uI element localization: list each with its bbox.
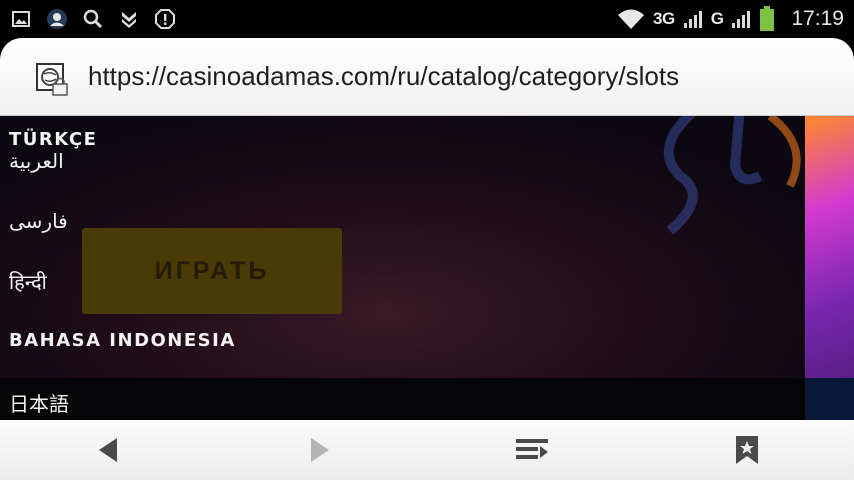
bookmark-icon[interactable] bbox=[727, 430, 767, 470]
slot-banner-edge bbox=[805, 116, 854, 378]
tabs-icon[interactable] bbox=[512, 430, 552, 470]
signal-icon bbox=[683, 11, 702, 28]
page-footer-edge bbox=[805, 378, 854, 420]
language-item-japanese[interactable]: 日本語 bbox=[9, 388, 69, 417]
network-3g: 3G bbox=[653, 9, 675, 29]
image-icon bbox=[10, 8, 32, 30]
web-page: ИГРАТЬ TÜRKÇE العربية فارسی हिन्दी BAHAS… bbox=[0, 116, 854, 420]
url-text[interactable]: https://casinoadamas.com/ru/catalog/cate… bbox=[88, 58, 679, 94]
system-status: 3G G 17:19 bbox=[617, 0, 844, 38]
notification-icons bbox=[10, 0, 176, 38]
language-item-turkish[interactable]: TÜRKÇE bbox=[9, 129, 97, 150]
language-menu: TÜRKÇE العربية فارسی हिन्दी BAHASA INDON… bbox=[0, 116, 805, 420]
wifi-icon bbox=[618, 9, 645, 29]
language-item-arabic[interactable]: العربية bbox=[9, 149, 64, 173]
search-icon bbox=[82, 8, 104, 30]
language-item-persian[interactable]: فارسی bbox=[9, 209, 68, 233]
network-g: G bbox=[711, 9, 724, 29]
signal-icon-2 bbox=[732, 11, 751, 28]
network-g-label: G bbox=[710, 9, 724, 28]
alert-icon bbox=[154, 8, 176, 30]
download-icon bbox=[118, 8, 140, 30]
back-icon[interactable] bbox=[88, 430, 128, 470]
browser-nav-bar bbox=[0, 420, 854, 480]
url-bar[interactable]: https://casinoadamas.com/ru/catalog/cate… bbox=[0, 38, 854, 116]
status-bar: 3G G 17:19 bbox=[0, 0, 854, 38]
language-item-indonesian[interactable]: BAHASA INDONESIA bbox=[9, 330, 236, 351]
language-item-hindi[interactable]: हिन्दी bbox=[9, 268, 47, 295]
site-security-icon[interactable] bbox=[36, 63, 68, 96]
battery-icon bbox=[760, 6, 775, 31]
avatar-icon bbox=[46, 8, 68, 30]
language-menu-highlight bbox=[0, 378, 805, 420]
forward-icon[interactable] bbox=[300, 430, 340, 470]
clock: 17:19 bbox=[791, 7, 844, 30]
network-3g-label: 3G bbox=[653, 9, 675, 28]
